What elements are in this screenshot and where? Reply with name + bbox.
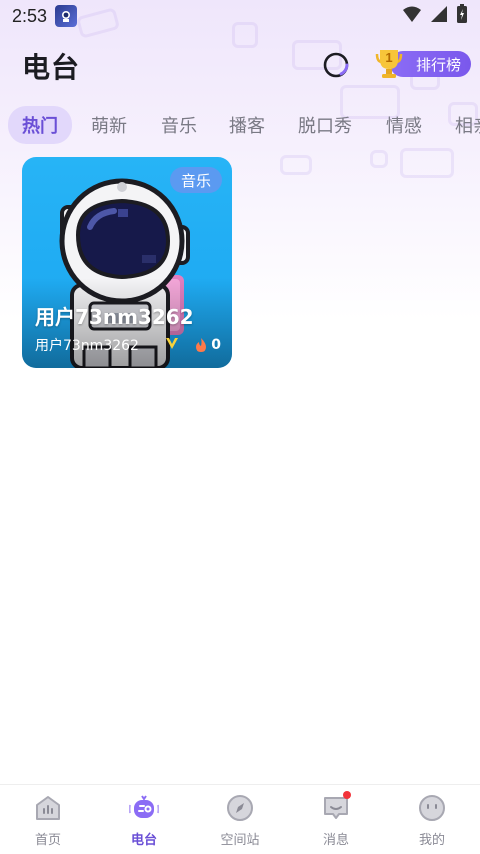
page-header: 电台 1 排行榜 [0, 40, 480, 92]
radio-icon [129, 795, 159, 818]
compass-icon [227, 795, 253, 821]
nav-home[interactable]: 首页 [0, 785, 96, 854]
nav-profile-label: 我的 [418, 833, 445, 848]
fire-icon [196, 338, 207, 352]
nav-radio-label: 电台 [130, 833, 157, 848]
search-button[interactable] [320, 49, 354, 83]
nav-home-label: 首页 [34, 833, 61, 848]
rank-badge-number: 1 [385, 50, 393, 65]
page-title: 电台 [22, 51, 81, 84]
card-title: 用户73nm3262 [35, 305, 194, 329]
nav-space-station-label: 空间站 [220, 833, 260, 848]
tab-podcast[interactable]: 播客 [229, 112, 265, 138]
card-heat: 0 [194, 337, 221, 353]
tab-emotion[interactable]: 情感 [386, 112, 422, 138]
trophy-icon: 1 [374, 48, 404, 80]
home-icon [36, 796, 60, 820]
signal-icon [430, 5, 448, 27]
status-time: 2:53 [12, 5, 48, 26]
nav-messages-label: 消息 [322, 833, 349, 848]
profile-icon [419, 795, 445, 821]
nav-radio[interactable]: 电台 [96, 785, 192, 854]
bottom-navigation: 首页 电台 空间站 消息 我的 [0, 784, 480, 854]
unread-dot [343, 791, 351, 799]
card-heat-value: 0 [211, 337, 221, 353]
nav-space-station[interactable]: 空间站 [192, 785, 288, 854]
card-category-tag: 音乐 [169, 167, 222, 193]
nav-messages[interactable]: 消息 [288, 785, 384, 854]
verified-v-icon [165, 336, 179, 354]
radio-room-card[interactable]: 音乐 用户73nm3262 用户73nm3262 0 [22, 157, 232, 368]
tab-music[interactable]: 音乐 [161, 112, 197, 138]
ranking-button[interactable]: 1 排行榜 [374, 48, 472, 80]
card-meta: 用户73nm3262 0 [35, 334, 221, 356]
category-tabs: 热门 萌新 音乐 播客 脱口秀 情感 相亲 [0, 104, 480, 146]
astronaut-app-icon [55, 5, 78, 27]
tab-talkshow[interactable]: 脱口秀 [298, 112, 352, 138]
wifi-icon [402, 5, 422, 27]
status-bar: 2:53 [0, 0, 480, 32]
battery-icon [456, 4, 468, 28]
card-host-name: 用户73nm3262 [35, 338, 139, 354]
tab-dating[interactable]: 相亲 [455, 112, 480, 138]
tab-hot[interactable]: 热门 [8, 106, 72, 144]
search-icon [323, 52, 349, 78]
nav-profile[interactable]: 我的 [384, 785, 480, 854]
tab-newbie[interactable]: 萌新 [91, 112, 127, 138]
